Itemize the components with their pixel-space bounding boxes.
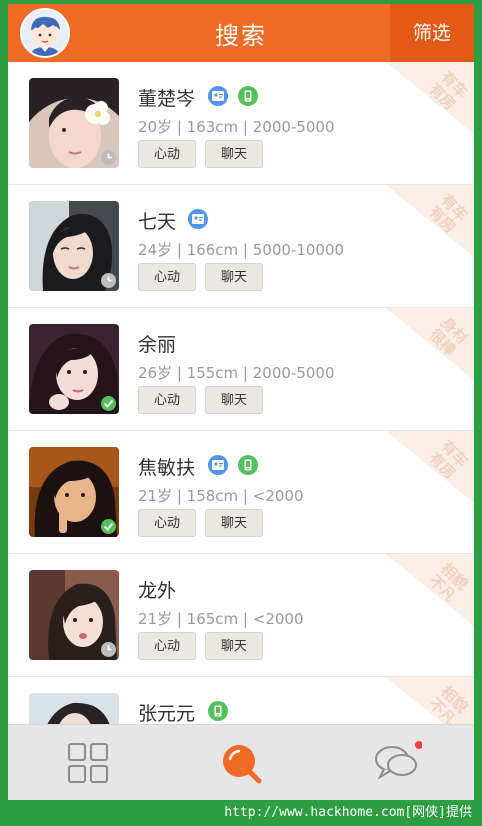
search-tab-icon[interactable]	[219, 741, 263, 785]
badge-group	[208, 455, 268, 477]
tag-ribbon: 有车有房	[386, 185, 474, 257]
check-status-icon	[101, 519, 116, 534]
check-status-icon	[101, 396, 116, 411]
profile-photo[interactable]	[29, 324, 119, 414]
phone-badge-icon	[238, 86, 258, 106]
clock-status-icon	[101, 273, 116, 288]
profile-info: 21岁 | 165cm | <2000	[138, 610, 304, 628]
list-item[interactable]: 余丽 26岁 | 155cm | 2000-5000 心动 聊天 身材很棒	[8, 308, 474, 431]
phone-badge-icon	[208, 701, 228, 721]
watermark-text: http://www.hackhome.com[网侠]提供	[0, 800, 482, 826]
tag-ribbon: 身材很棒	[386, 308, 474, 380]
chat-button[interactable]: 聊天	[205, 263, 263, 291]
profile-list: 董楚岑 20岁 | 163cm | 2000-5000 心动 聊天 有车有房 七…	[8, 62, 474, 724]
profile-photo[interactable]	[29, 447, 119, 537]
grid-tab-icon[interactable]	[66, 741, 110, 785]
tag-ribbon: 有车有房	[386, 62, 474, 134]
badge-group	[208, 701, 238, 723]
tag-ribbon: 有车有房	[386, 431, 474, 503]
profile-photo[interactable]	[29, 693, 119, 724]
like-button[interactable]: 心动	[138, 509, 196, 537]
clock-status-icon	[101, 642, 116, 657]
profile-name[interactable]: 张元元	[138, 699, 195, 724]
profile-info: 21岁 | 158cm | <2000	[138, 487, 304, 505]
notification-dot	[415, 741, 423, 749]
filter-button[interactable]: 筛选	[390, 4, 474, 62]
list-item[interactable]: 张元元 相貌不凡	[8, 677, 474, 724]
id-badge-icon	[208, 455, 228, 475]
like-button[interactable]: 心动	[138, 263, 196, 291]
tag-ribbon: 相貌不凡	[386, 677, 474, 724]
tag-ribbon: 相貌不凡	[386, 554, 474, 626]
list-item[interactable]: 焦敏扶 21岁 | 158cm | <2000 心动 聊天 有车有房	[8, 431, 474, 554]
chat-tab-icon[interactable]	[372, 741, 423, 785]
profile-name[interactable]: 余丽	[138, 330, 176, 357]
like-button[interactable]: 心动	[138, 632, 196, 660]
badge-group	[188, 209, 218, 231]
profile-info: 24岁 | 166cm | 5000-10000	[138, 241, 345, 259]
profile-name[interactable]: 董楚岑	[138, 84, 195, 111]
badge-group	[208, 86, 268, 108]
list-item[interactable]: 董楚岑 20岁 | 163cm | 2000-5000 心动 聊天 有车有房	[8, 62, 474, 185]
like-button[interactable]: 心动	[138, 140, 196, 168]
profile-photo[interactable]	[29, 78, 119, 168]
chat-button[interactable]: 聊天	[205, 632, 263, 660]
profile-name[interactable]: 龙外	[138, 576, 176, 603]
profile-info: 26岁 | 155cm | 2000-5000	[138, 364, 335, 382]
chat-button[interactable]: 聊天	[205, 386, 263, 414]
clock-status-icon	[101, 150, 116, 165]
profile-photo[interactable]	[29, 570, 119, 660]
bottom-tab-bar	[8, 724, 474, 800]
like-button[interactable]: 心动	[138, 386, 196, 414]
chat-button[interactable]: 聊天	[205, 140, 263, 168]
app-frame: 搜索 筛选 董楚岑 20岁 | 163cm | 2000-5000 心动 聊天 …	[8, 4, 474, 800]
list-item[interactable]: 龙外 21岁 | 165cm | <2000 心动 聊天 相貌不凡	[8, 554, 474, 677]
top-bar: 搜索 筛选	[8, 4, 474, 62]
profile-name[interactable]: 焦敏扶	[138, 453, 195, 480]
id-badge-icon	[208, 86, 228, 106]
phone-badge-icon	[238, 455, 258, 475]
profile-info: 20岁 | 163cm | 2000-5000	[138, 118, 335, 136]
list-item[interactable]: 七天 24岁 | 166cm | 5000-10000 心动 聊天 有车有房	[8, 185, 474, 308]
profile-name[interactable]: 七天	[138, 207, 176, 234]
id-badge-icon	[188, 209, 208, 229]
profile-photo[interactable]	[29, 201, 119, 291]
chat-button[interactable]: 聊天	[205, 509, 263, 537]
